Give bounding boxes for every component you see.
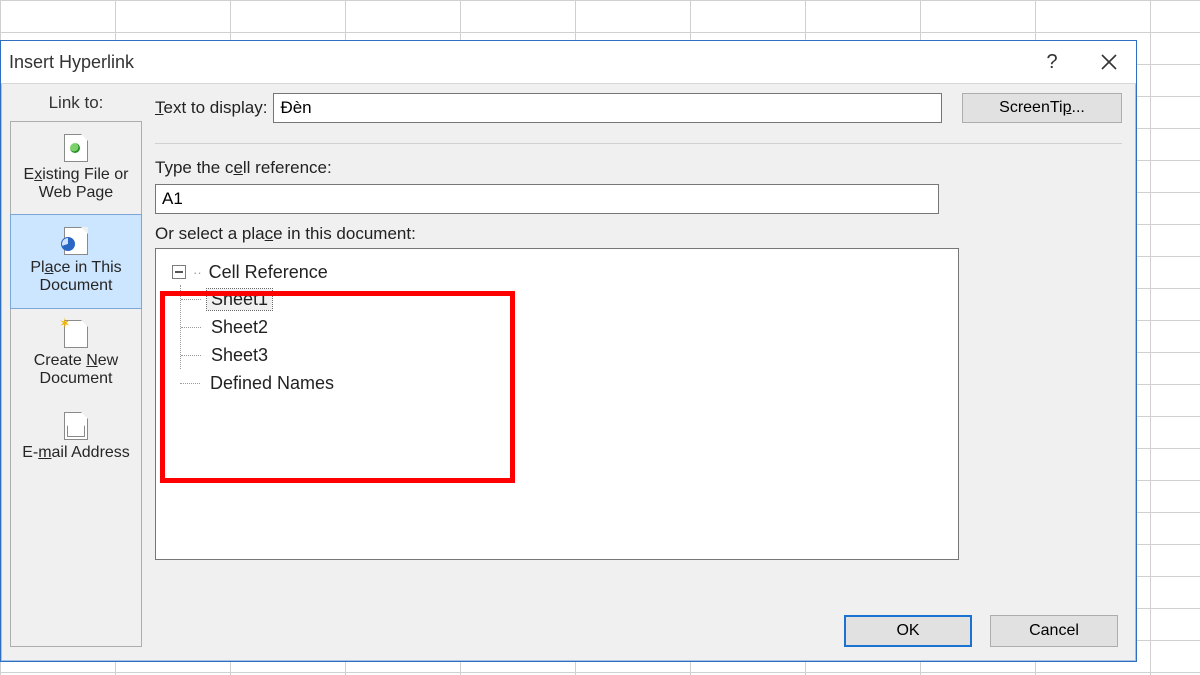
- linkto-item-label: Create New Document: [34, 352, 118, 387]
- select-place-label: Or select a place in this document:: [155, 224, 1122, 244]
- email-icon: [64, 412, 88, 440]
- tree-node-label: Cell Reference: [209, 262, 328, 283]
- tree-leaf-sheet3[interactable]: Sheet3: [181, 341, 942, 369]
- insert-hyperlink-dialog: Insert Hyperlink ? Link to: Existing Fil…: [0, 40, 1137, 662]
- close-button[interactable]: [1100, 53, 1124, 71]
- tree-leaf-label: Sheet3: [207, 345, 272, 366]
- tree-node-label: Defined Names: [206, 373, 338, 394]
- link-to-label: Link to:: [49, 93, 104, 113]
- existing-file-icon: [64, 134, 88, 162]
- tree-leaf-sheet1[interactable]: Sheet1: [181, 285, 942, 313]
- tree-leaf-label: Sheet2: [207, 317, 272, 338]
- dialog-title: Insert Hyperlink: [9, 52, 134, 73]
- divider: [155, 143, 1122, 144]
- text-to-display-input[interactable]: [273, 93, 942, 123]
- cell-reference-input[interactable]: [155, 184, 939, 214]
- linkto-existing-file[interactable]: Existing File or Web Page: [11, 122, 141, 215]
- linkto-create-new[interactable]: Create New Document: [11, 308, 141, 401]
- text-to-display-label: Text to display:: [155, 98, 267, 118]
- tree-node-cell-reference[interactable]: ·· Cell Reference: [172, 259, 942, 285]
- tree-collapse-icon[interactable]: [172, 265, 186, 279]
- linkto-item-label: Place in This Document: [30, 259, 121, 294]
- linkto-place-in-document[interactable]: Place in This Document: [10, 214, 142, 309]
- create-new-icon: [64, 320, 88, 348]
- document-tree[interactable]: ·· Cell Reference Sheet1 Sheet2: [155, 248, 959, 560]
- linkto-item-label: Existing File or Web Page: [24, 166, 129, 201]
- cancel-button[interactable]: Cancel: [990, 615, 1118, 647]
- link-to-column: Link to: Existing File or Web Page Place…: [11, 93, 141, 647]
- place-in-doc-icon: [64, 227, 88, 255]
- help-button[interactable]: ?: [1040, 51, 1064, 74]
- close-icon: [1100, 53, 1118, 71]
- link-to-panel: Existing File or Web Page Place in This …: [10, 121, 142, 647]
- linkto-email[interactable]: E-mail Address: [11, 400, 141, 474]
- ok-button[interactable]: OK: [844, 615, 972, 647]
- cell-reference-label: Type the cell reference:: [155, 158, 1122, 178]
- tree-connector: ··: [193, 265, 202, 280]
- screentip-button[interactable]: ScreenTip...: [962, 93, 1122, 123]
- dialog-titlebar: Insert Hyperlink ?: [1, 41, 1136, 84]
- tree-leaf-sheet2[interactable]: Sheet2: [181, 313, 942, 341]
- tree-leaf-label: Sheet1: [207, 289, 272, 310]
- linkto-item-label: E-mail Address: [22, 444, 130, 461]
- dialog-main: Text to display: ScreenTip... Type the c…: [155, 93, 1122, 647]
- tree-node-defined-names[interactable]: Defined Names: [180, 369, 942, 397]
